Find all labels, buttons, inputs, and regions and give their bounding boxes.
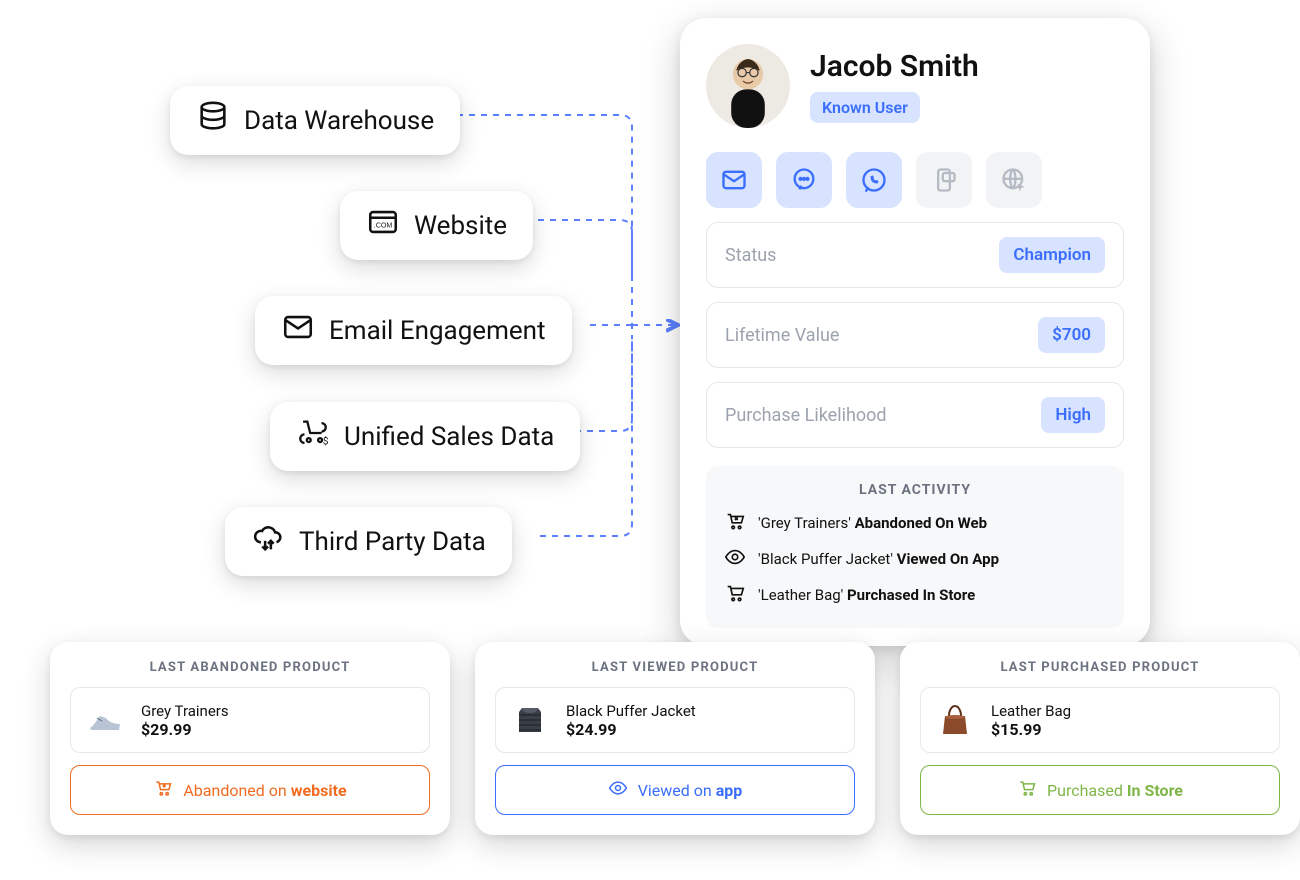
activity-item: 'Grey Trainers' Abandoned On Web <box>724 510 1106 536</box>
activity-text: 'Grey Trainers' Abandoned On Web <box>758 514 987 532</box>
action-viewed[interactable]: Viewed on app <box>495 765 855 815</box>
card-heading: LAST ABANDONED PRODUCT <box>70 660 430 675</box>
stat-value: Champion <box>999 237 1105 273</box>
profile-card: Jacob Smith Known User Status Champion L… <box>680 18 1150 646</box>
stat-value: High <box>1041 397 1105 433</box>
database-icon <box>196 100 230 141</box>
stat-value: $700 <box>1038 317 1105 353</box>
action-abandoned[interactable]: Abandoned on website <box>70 765 430 815</box>
activity-item: 'Black Puffer Jacket' Viewed On App <box>724 546 1106 572</box>
cloud-sync-icon <box>251 521 285 562</box>
action-text: Purchased In Store <box>1047 781 1183 800</box>
channel-chat[interactable] <box>776 152 832 208</box>
product-name: Grey Trainers <box>141 702 229 720</box>
activity-text: 'Black Puffer Jacket' Viewed On App <box>758 550 999 568</box>
product-thumb <box>933 698 977 742</box>
stat-label: Status <box>725 245 776 266</box>
source-website: .COM Website <box>340 191 533 260</box>
cart-x-icon <box>724 510 746 536</box>
product-box: Grey Trainers $29.99 <box>70 687 430 753</box>
activity-text: 'Leather Bag' Purchased In Store <box>758 586 975 604</box>
channel-push[interactable] <box>916 152 972 208</box>
source-label: Email Engagement <box>329 316 546 346</box>
card-last-abandoned: LAST ABANDONED PRODUCT Grey Trainers $29… <box>50 642 450 835</box>
source-label: Data Warehouse <box>244 106 434 136</box>
eye-icon <box>724 546 746 572</box>
website-icon: .COM <box>366 205 400 246</box>
product-box: Leather Bag $15.99 <box>920 687 1280 753</box>
card-heading: LAST VIEWED PRODUCT <box>495 660 855 675</box>
action-text: Abandoned on website <box>183 781 346 800</box>
source-email-engagement: Email Engagement <box>255 296 572 365</box>
card-heading: LAST PURCHASED PRODUCT <box>920 660 1280 675</box>
card-last-purchased: LAST PURCHASED PRODUCT Leather Bag $15.9… <box>900 642 1300 835</box>
stat-likelihood: Purchase Likelihood High <box>706 382 1124 448</box>
cart-x-icon <box>153 778 173 802</box>
source-unified-sales: $ Unified Sales Data <box>270 402 580 471</box>
cart-icon <box>1017 778 1037 802</box>
last-activity-title: LAST ACTIVITY <box>724 482 1106 498</box>
product-thumb <box>83 698 127 742</box>
channel-web[interactable] <box>986 152 1042 208</box>
stat-label: Lifetime Value <box>725 325 839 346</box>
source-label: Website <box>414 211 507 241</box>
email-icon <box>281 310 315 351</box>
product-price: $29.99 <box>141 720 229 739</box>
action-purchased[interactable]: Purchased In Store <box>920 765 1280 815</box>
product-price: $15.99 <box>991 720 1071 739</box>
channel-whatsapp[interactable] <box>846 152 902 208</box>
avatar <box>706 44 790 128</box>
source-label: Unified Sales Data <box>344 422 554 452</box>
cart-icon <box>724 582 746 608</box>
product-name: Leather Bag <box>991 702 1071 720</box>
action-text: Viewed on app <box>638 781 743 800</box>
stat-ltv: Lifetime Value $700 <box>706 302 1124 368</box>
card-last-viewed: LAST VIEWED PRODUCT Black Puffer Jacket … <box>475 642 875 835</box>
profile-name: Jacob Smith <box>810 49 979 84</box>
product-name: Black Puffer Jacket <box>566 702 696 720</box>
sales-icon: $ <box>296 416 330 457</box>
source-label: Third Party Data <box>299 527 486 557</box>
svg-text:$: $ <box>323 436 329 447</box>
product-thumb <box>508 698 552 742</box>
stat-status: Status Champion <box>706 222 1124 288</box>
channel-email[interactable] <box>706 152 762 208</box>
user-type-badge: Known User <box>810 92 920 123</box>
product-box: Black Puffer Jacket $24.99 <box>495 687 855 753</box>
source-third-party: Third Party Data <box>225 507 512 576</box>
stat-label: Purchase Likelihood <box>725 405 887 426</box>
activity-item: 'Leather Bag' Purchased In Store <box>724 582 1106 608</box>
svg-text:.COM: .COM <box>374 222 393 230</box>
channel-row <box>706 152 1124 208</box>
product-price: $24.99 <box>566 720 696 739</box>
source-data-warehouse: Data Warehouse <box>170 86 460 155</box>
eye-icon <box>608 778 628 802</box>
last-activity-panel: LAST ACTIVITY 'Grey Trainers' Abandoned … <box>706 466 1124 628</box>
